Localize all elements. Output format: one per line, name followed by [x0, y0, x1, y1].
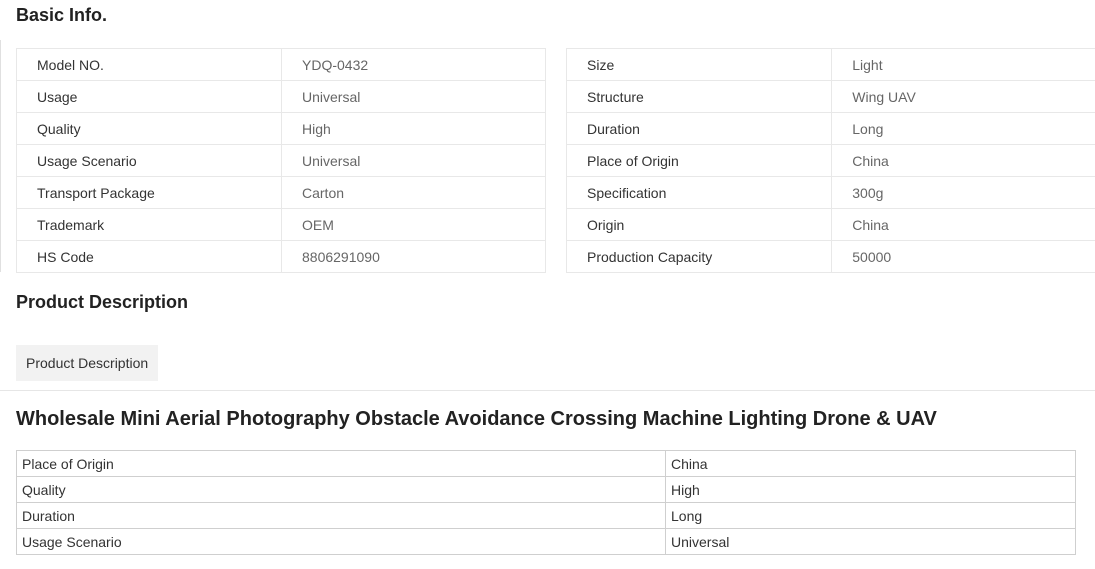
info-key: Production Capacity [587, 248, 713, 265]
table-row: Size Light [566, 48, 1095, 81]
info-value: Wing UAV [831, 80, 1095, 113]
table-row: Origin China [566, 208, 1095, 241]
spec-value: Long [665, 502, 1076, 529]
product-description-heading: Product Description [16, 292, 189, 312]
table-row: Quality High [16, 112, 546, 145]
info-value: 8806291090 [281, 240, 546, 273]
info-key: Place of Origin [566, 144, 832, 177]
left-edge-line [0, 40, 1, 272]
table-row: Usage Scenario Universal [16, 144, 546, 177]
spec-value: China [665, 450, 1076, 477]
info-key: Structure [566, 80, 832, 113]
tab-divider [0, 390, 1095, 391]
info-value: OEM [281, 208, 546, 241]
info-value: 300g [831, 176, 1095, 209]
info-key: Trademark [16, 208, 282, 241]
product-title: Wholesale Mini Aerial Photography Obstac… [16, 408, 937, 430]
info-key: Size [566, 48, 832, 81]
table-row: Quality High [16, 476, 1076, 503]
spec-table: Place of Origin China Quality High Duratio… [16, 450, 1076, 555]
info-key: Origin [566, 208, 832, 241]
info-value: Light [831, 48, 1095, 81]
table-row: Trademark OEM [16, 208, 546, 241]
info-value: Universal [281, 144, 546, 177]
table-row: Duration Long [16, 502, 1076, 529]
tab-product-description[interactable]: Product Description [16, 345, 159, 381]
spec-value: Universal [665, 528, 1076, 555]
info-key: Usage [16, 80, 282, 113]
info-key: HS Code [37, 248, 94, 265]
info-key: Transport Package [16, 176, 282, 209]
spec-key: Place of Origin [16, 450, 666, 477]
table-row: Usage Scenario Universal [16, 528, 1076, 555]
info-key: Model NO. [16, 48, 282, 81]
info-value: YDQ-0432 [281, 48, 546, 81]
table-row: Duration Long [566, 112, 1095, 145]
basic-info-heading: Basic Info. [16, 5, 108, 25]
info-value: Carton [281, 176, 546, 209]
info-key: Duration [566, 112, 832, 145]
table-row: Place of Origin China [566, 144, 1095, 177]
spec-key: Quality [16, 476, 666, 503]
info-value: 50000 [831, 240, 1095, 273]
spec-key: Usage Scenario [16, 528, 666, 555]
table-row: Model NO. YDQ-0432 [16, 48, 546, 81]
table-row: Place of Origin China [16, 450, 1076, 477]
spec-value: High [665, 476, 1076, 503]
table-row: HS Code 8806291090 [17, 240, 546, 273]
info-value: Long [831, 112, 1095, 145]
info-value: Universal [281, 80, 546, 113]
table-row: Transport Package Carton [16, 176, 546, 209]
spec-key: Duration [16, 502, 666, 529]
info-key: Specification [566, 176, 832, 209]
info-value: China [831, 144, 1095, 177]
table-row: Usage Universal [16, 80, 546, 113]
description-tabs: Product Description [16, 345, 159, 381]
info-key: Quality [16, 112, 282, 145]
table-row: Structure Wing UAV [566, 80, 1095, 113]
table-row: Specification 300g [566, 176, 1095, 209]
info-key: Usage Scenario [16, 144, 282, 177]
table-row: Production Capacity 50000 [567, 240, 1095, 273]
basic-info-table-left: Model NO. YDQ-0432 Usage Universal Quality… [16, 48, 546, 273]
info-value: China [831, 208, 1095, 241]
basic-info-table-right: Size Light Structure Wing UAV Duration Long… [566, 48, 1095, 273]
info-value: High [281, 112, 546, 145]
